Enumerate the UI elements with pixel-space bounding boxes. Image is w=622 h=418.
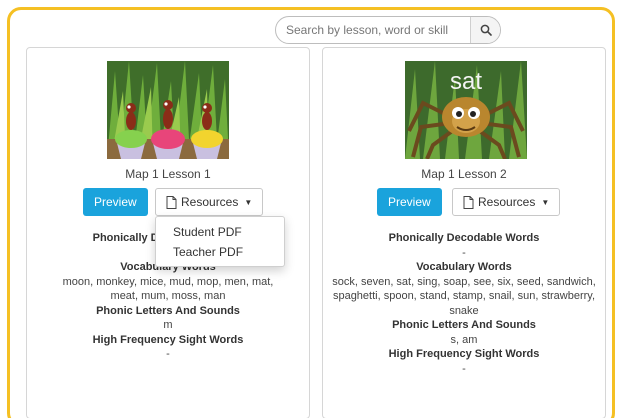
search-bar [275,16,501,44]
caret-down-icon: ▼ [244,197,253,207]
lesson-title[interactable]: Map 1 Lesson 1 [27,167,309,181]
section-heading: Vocabulary Words [416,261,512,273]
lesson-card: sat Map 1 Lesson 2 Preview Resources ▼ P… [322,47,606,418]
lesson-thumbnail[interactable] [107,61,229,159]
preview-button[interactable]: Preview [377,188,442,216]
resources-label: Resources [478,195,536,209]
section-heading: Phonic Letters And Sounds [392,319,536,331]
section-value: m [163,319,173,331]
resources-button[interactable]: Resources ▼ [155,188,264,216]
document-icon [166,195,177,209]
section-heading: Phonic Letters And Sounds [96,304,240,317]
document-icon [463,195,474,209]
search-icon [480,24,492,36]
section-value: sock, seven, sat, sing, soap, see, six, … [332,275,596,317]
resources-label: Resources [181,195,239,209]
resources-button[interactable]: Resources ▼ [452,188,561,216]
section-heading: Phonically Decodable Words [388,232,540,244]
lesson-details: Phonically Decodable Words - Vocabulary … [323,231,605,376]
section-value: - [462,246,466,259]
section-value: moon, monkey, mice, mud, mop, men, mat, … [62,275,274,303]
menu-item-student-pdf[interactable]: Student PDF [156,222,284,242]
section-heading: High Frequency Sight Words [388,348,540,360]
image-text-sat: sat [450,68,482,95]
lesson-thumbnail[interactable]: sat [405,61,527,159]
section-value: - [462,362,466,375]
section-value: s, am [450,333,478,346]
preview-button[interactable]: Preview [83,188,148,216]
caret-down-icon: ▼ [541,197,550,207]
search-input[interactable] [276,17,471,43]
lesson-title[interactable]: Map 1 Lesson 2 [323,167,605,181]
menu-item-teacher-pdf[interactable]: Teacher PDF [156,242,284,262]
search-button[interactable] [470,17,500,43]
resources-dropdown-menu: Student PDF Teacher PDF [155,216,285,267]
section-heading: High Frequency Sight Words [92,333,244,346]
section-value: - [166,348,170,360]
